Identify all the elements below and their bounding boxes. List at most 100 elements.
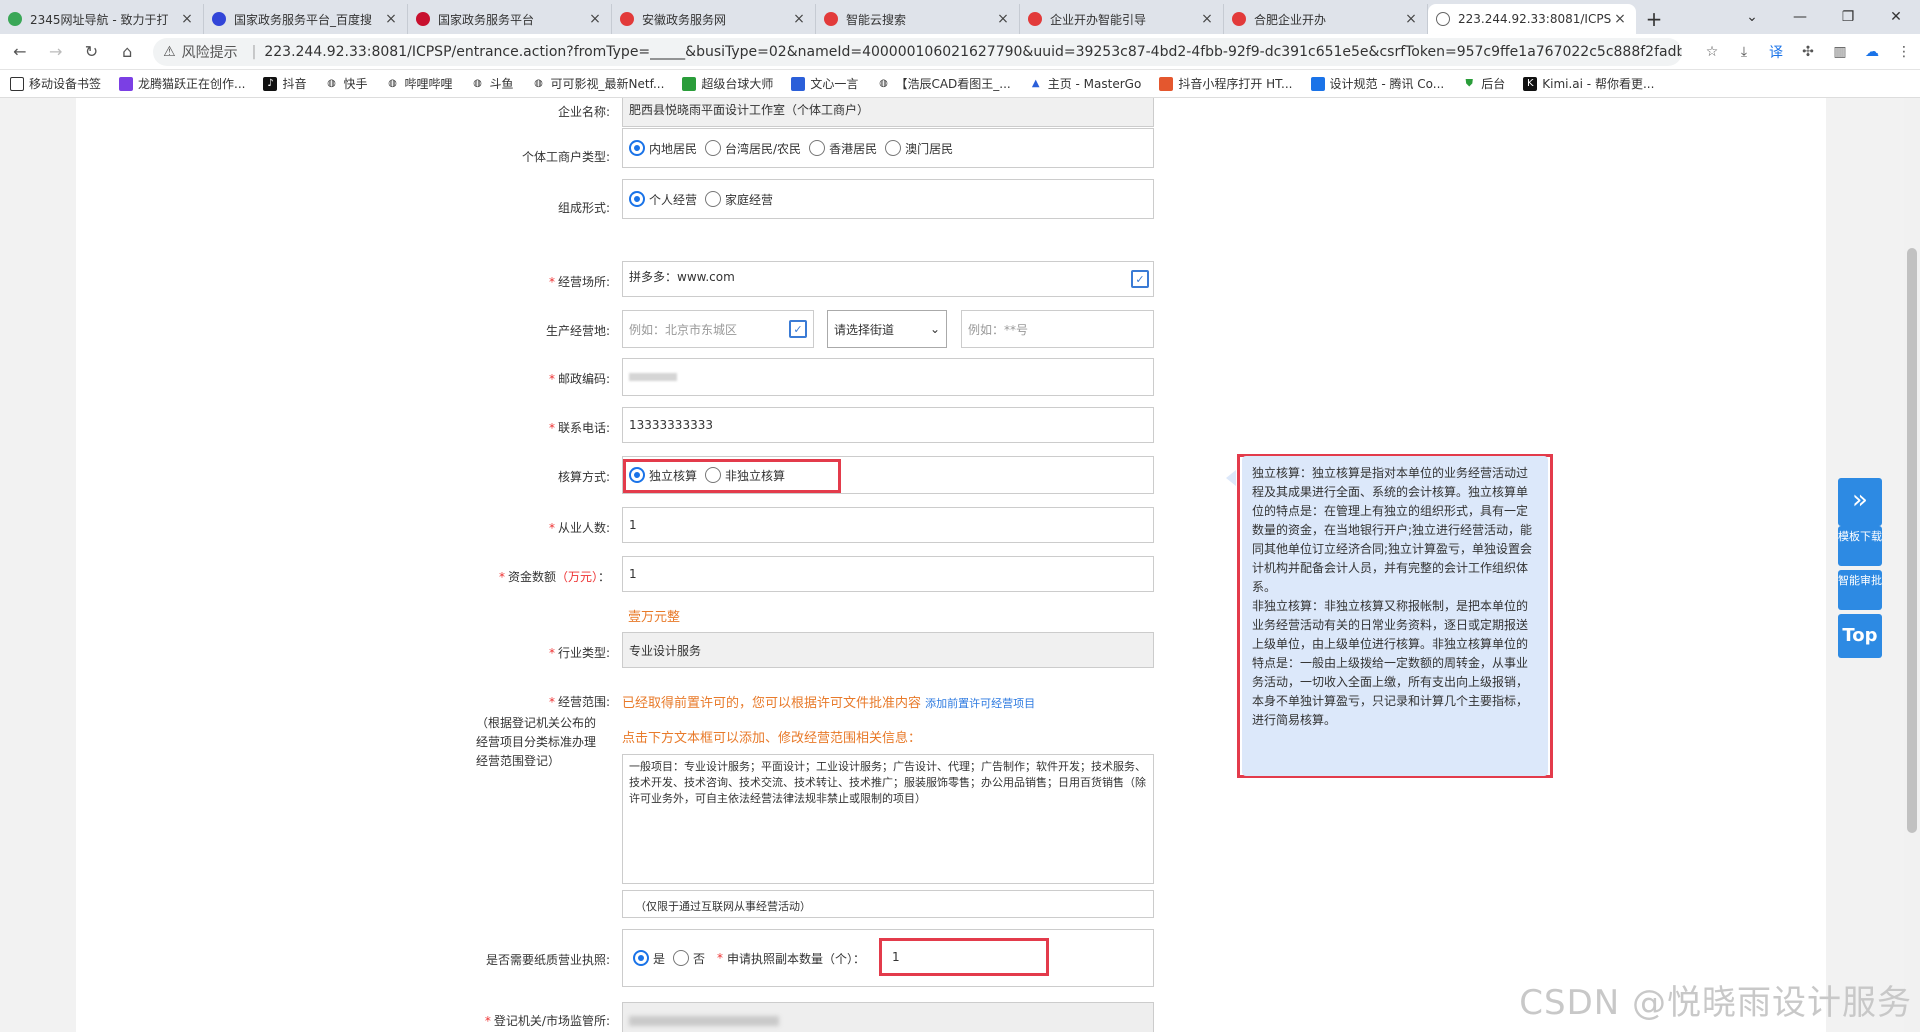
template-download-button[interactable]: 模板下载 [1838, 526, 1882, 566]
menu-icon[interactable]: ⋮ [1888, 38, 1920, 66]
scope-label: * 经营范围: [548, 695, 610, 709]
radio-taiwan[interactable]: 台湾居民/农民 [705, 140, 801, 157]
bookmark-item[interactable]: 龙腾猫跃正在创作... [119, 75, 245, 92]
profile-icon[interactable]: ☁ [1856, 38, 1888, 66]
industry-field: 专业设计服务 [622, 632, 1154, 668]
capital-input[interactable]: 1 [622, 556, 1154, 592]
tab-favicon-icon [1028, 12, 1042, 26]
bookmark-favicon-icon [1159, 76, 1174, 91]
smart-approval-button[interactable]: 智能审批 [1838, 570, 1882, 610]
reload-icon[interactable]: ↻ [76, 36, 108, 68]
star-icon[interactable]: ☆ [1696, 38, 1728, 66]
extensions-icon[interactable]: ✣ [1792, 38, 1824, 66]
tab-favicon-icon [416, 12, 430, 26]
globe-icon: ◍ [879, 78, 888, 89]
bookmark-item[interactable]: ◍ 【浩辰CAD看图王_... [876, 75, 1011, 92]
bookmark-item[interactable]: 移动设备书签 [10, 75, 101, 92]
radio-paper-yes[interactable]: 是 [633, 950, 665, 967]
bookmark-item[interactable]: ♪ 抖音 [263, 75, 306, 92]
bookmark-item[interactable]: 文心一言 [791, 75, 858, 92]
bookmark-item[interactable]: 抖音小程序打开 HT... [1159, 75, 1293, 92]
restore-icon[interactable]: ❐ [1824, 0, 1872, 34]
back-icon[interactable]: ← [4, 36, 36, 68]
close-icon[interactable]: × [1403, 11, 1419, 27]
forward-icon[interactable]: → [40, 36, 72, 68]
address-separator: | [251, 43, 257, 60]
browser-tab-search[interactable]: 智能云搜索 × [816, 4, 1020, 34]
bookmark-item[interactable]: 设计规范 - 腾讯 Co... [1310, 75, 1444, 92]
browser-tab-2345[interactable]: 2345网址导航 - 致力于打 × [0, 4, 204, 34]
translate-icon[interactable]: 译 [1760, 38, 1792, 66]
bookmark-item[interactable]: ◍ 可可影视_最新Netf... [532, 75, 664, 92]
radio-circle [629, 191, 645, 207]
expand-panel-icon[interactable]: » [1838, 478, 1882, 526]
capital-in-words: 壹万元整 [628, 610, 681, 625]
scope-textarea[interactable]: 一般项目：专业设计服务；平面设计；工业设计服务；广告设计、代理；广告制作；软件开… [622, 754, 1154, 884]
bookmark-item[interactable]: ⛊ 后台 [1462, 75, 1506, 92]
browser-tab-guide[interactable]: 企业开办智能引导 × [1020, 4, 1224, 34]
row-industry: * 行业类型: 专业设计服务 [76, 632, 1176, 670]
address-bar[interactable]: ⚠ 风险提示 | 223.244.92.33:8081/ICPSP/entran… [153, 37, 1682, 66]
close-icon[interactable]: × [995, 11, 1011, 27]
home-icon[interactable]: ⌂ [111, 36, 143, 68]
radio-family[interactable]: 家庭经营 [705, 191, 773, 208]
radio-individual[interactable]: 个人经营 [629, 191, 697, 208]
place-input[interactable]: 拼多多：www.com ✓ [622, 261, 1154, 297]
browser-tab-hefei[interactable]: 合肥企业开办 × [1224, 4, 1428, 34]
browser-tab-gov-platform[interactable]: 国家政务服务平台 × [408, 4, 612, 34]
radio-hongkong[interactable]: 香港居民 [809, 140, 877, 157]
household-type-label: 个体工商户类型: [521, 150, 610, 164]
browser-tab-active[interactable]: 223.244.92.33:8081/ICPS × [1428, 4, 1636, 34]
bookmark-item[interactable]: 超级台球大师 [682, 75, 773, 92]
close-icon[interactable]: × [587, 11, 603, 27]
map-select-icon[interactable]: ✓ [1131, 270, 1149, 288]
staff-input[interactable]: 1 [622, 507, 1154, 543]
close-icon[interactable]: × [179, 11, 195, 27]
globe-icon [1436, 12, 1450, 26]
postcode-input[interactable] [622, 358, 1154, 396]
highlight-box-accounting [623, 459, 841, 493]
bookmark-item[interactable]: ◍ 快手 [324, 75, 367, 92]
tab-favicon-icon [8, 12, 22, 26]
bookmark-item[interactable]: ◍ 斗鱼 [471, 75, 513, 92]
radio-paper-no[interactable]: 否 [673, 950, 705, 967]
close-icon[interactable]: × [1612, 11, 1628, 27]
sidebar-icon[interactable]: ▥ [1824, 38, 1856, 66]
close-icon[interactable]: × [1199, 11, 1215, 27]
street-select[interactable]: 请选择街道 ⌄ [827, 310, 947, 348]
bookmark-item[interactable]: ▲ 主页 - MasterGo [1029, 75, 1141, 92]
back-to-top-button[interactable]: Top [1838, 614, 1882, 658]
map-select-icon[interactable]: ✓ [789, 320, 807, 338]
new-tab-button[interactable]: + [1636, 4, 1672, 34]
browser-tab-anhui[interactable]: 安徽政务服务网 × [612, 4, 816, 34]
security-warning-label: 风险提示 [181, 44, 238, 61]
watermark: CSDN @悦晓雨设计服务 [1519, 983, 1912, 1023]
radio-macau[interactable]: 澳门居民 [885, 140, 953, 157]
internet-note: （仅限于通过互联网从事经营活动） [622, 890, 1154, 918]
browser-tab-baidu[interactable]: 国家政务服务平台_百度搜 × [204, 4, 408, 34]
page-scrollbar[interactable] [1904, 98, 1920, 1032]
bookmark-item[interactable]: K Kimi.ai - 帮你看更... [1523, 75, 1654, 92]
close-icon[interactable]: × [791, 11, 807, 27]
row-place: * 经营场所: 拼多多：www.com ✓ [76, 261, 1176, 299]
radio-mainland[interactable]: 内地居民 [629, 140, 697, 157]
bookmark-favicon-icon [791, 76, 806, 91]
close-window-icon[interactable]: ✕ [1872, 0, 1920, 34]
bookmark-favicon-icon [119, 76, 134, 91]
close-icon[interactable]: × [383, 11, 399, 27]
add-permit-link[interactable]: 添加前置许可经营项目 [925, 697, 1035, 710]
row-postcode: * 邮政编码: [76, 358, 1176, 396]
postcode-blurred [629, 373, 677, 381]
minimize-icon[interactable]: — [1776, 0, 1824, 34]
chevron-down-icon[interactable]: ⌄ [1728, 0, 1776, 34]
form-type-group: 个人经营 家庭经营 [622, 179, 1154, 219]
production-number-input[interactable]: 例如：**号 [961, 310, 1154, 348]
company-name-label: 企业名称: [557, 105, 610, 119]
phone-input[interactable]: 13333333333 [622, 407, 1154, 443]
scrollbar-thumb[interactable] [1907, 248, 1917, 833]
production-district-input[interactable]: 例如：北京市东城区 ✓ [622, 310, 814, 348]
bookmarks-bar: 移动设备书签 龙腾猫跃正在创作... ♪ 抖音 ◍ 快手 ◍ 哔哩哔哩 ◍ 斗鱼 ◍ 可可… [0, 70, 1920, 98]
copies-input[interactable]: 1 [879, 938, 1049, 976]
bookmark-item[interactable]: ◍ 哔哩哔哩 [386, 75, 452, 92]
download-icon[interactable]: ⤓ [1728, 38, 1760, 66]
